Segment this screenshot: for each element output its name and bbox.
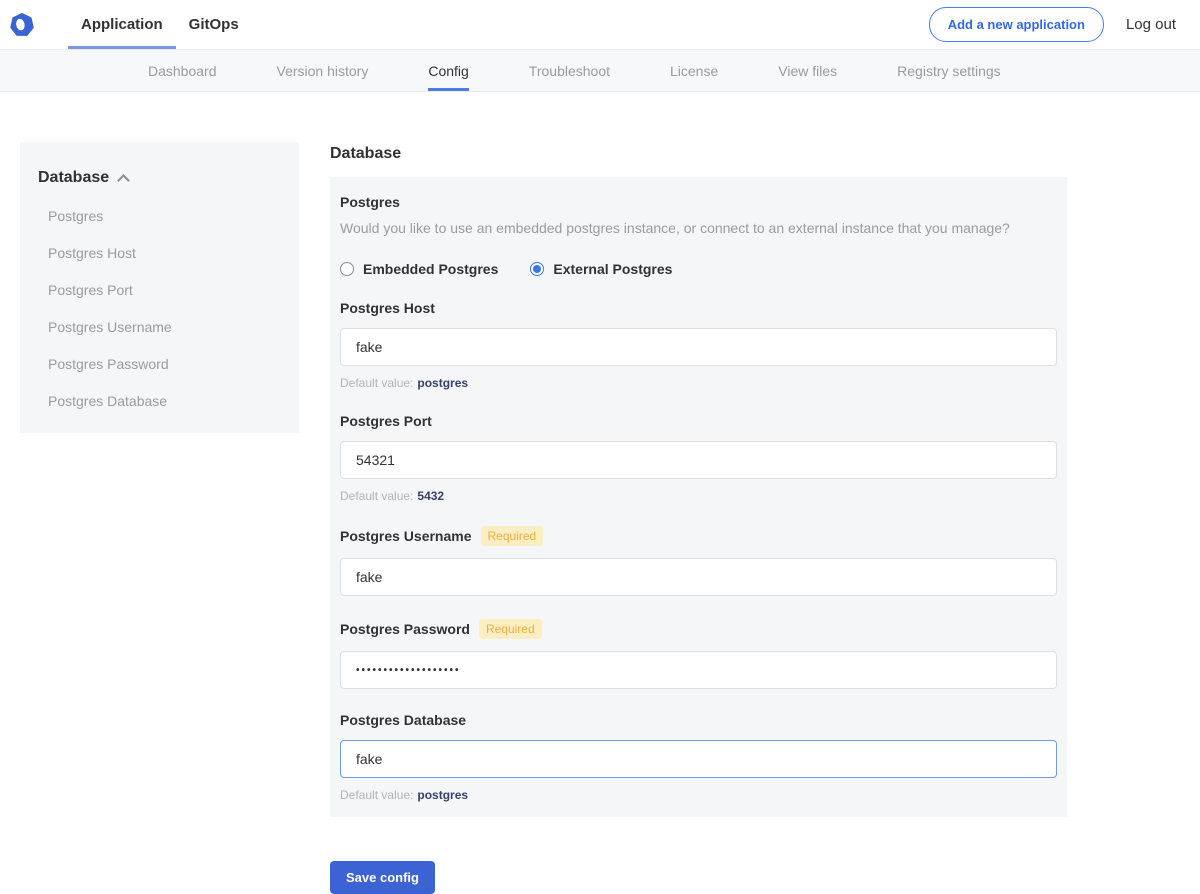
subnav-item-config[interactable]: Config [428, 50, 468, 91]
sidebar-item-postgres-password[interactable]: Postgres Password [38, 356, 281, 372]
app-level-tabs: Application GitOps [68, 0, 252, 49]
tab-application[interactable]: Application [68, 0, 176, 49]
postgres-database-input[interactable] [340, 740, 1057, 778]
postgres-port-input[interactable] [340, 441, 1057, 479]
radio-external-postgres[interactable]: External Postgres [530, 261, 672, 277]
page-title: Database [330, 145, 1067, 163]
replicated-logo-icon [10, 13, 34, 37]
sidebar-group-database[interactable]: Database [38, 169, 281, 187]
logout-link[interactable]: Log out [1126, 16, 1176, 33]
tab-gitops-label: GitOps [189, 16, 239, 33]
config-main: Database Postgres Would you like to use … [330, 145, 1067, 894]
postgres-port-default: Default value: 5432 [340, 489, 1057, 503]
sidebar-group-label: Database [38, 169, 109, 187]
postgres-password-input[interactable] [340, 651, 1057, 689]
sidebar-item-postgres-port[interactable]: Postgres Port [38, 282, 281, 298]
radio-unchecked-icon[interactable] [340, 262, 354, 276]
database-config-panel: Postgres Would you like to use an embedd… [330, 177, 1067, 817]
field-postgres-port: Postgres Port Default value: 5432 [340, 413, 1057, 503]
app-logo[interactable] [0, 0, 48, 49]
required-badge: Required [479, 619, 542, 639]
postgres-group-label: Postgres [340, 194, 1057, 210]
postgres-host-default: Default value: postgres [340, 376, 1057, 390]
postgres-host-input[interactable] [340, 328, 1057, 366]
postgres-username-label: Postgres Username [340, 528, 472, 544]
subnav-item-view-files[interactable]: View files [778, 50, 837, 91]
chevron-up-icon [117, 174, 130, 187]
default-value-label: Default value: [340, 788, 413, 802]
app-header: Application GitOps Add a new application… [0, 0, 1200, 50]
config-sidebar: Database Postgres Postgres Host Postgres… [20, 142, 299, 433]
sidebar-item-postgres-database[interactable]: Postgres Database [38, 393, 281, 409]
radio-embedded-postgres[interactable]: Embedded Postgres [340, 261, 498, 277]
postgres-host-label: Postgres Host [340, 300, 435, 316]
header-actions: Add a new application Log out [929, 0, 1200, 49]
field-postgres-password: Postgres Password Required [340, 619, 1057, 689]
add-application-button[interactable]: Add a new application [929, 7, 1104, 42]
radio-checked-icon[interactable] [530, 262, 544, 276]
field-postgres-host: Postgres Host Default value: postgres [340, 300, 1057, 390]
save-config-button[interactable]: Save config [330, 861, 435, 894]
app-subnav: Dashboard Version history Config Trouble… [0, 50, 1200, 92]
required-badge: Required [481, 526, 544, 546]
sidebar-item-postgres[interactable]: Postgres [38, 208, 281, 224]
sidebar-item-postgres-host[interactable]: Postgres Host [38, 245, 281, 261]
postgres-username-input[interactable] [340, 558, 1057, 596]
postgres-port-label: Postgres Port [340, 413, 432, 429]
postgres-help-text: Would you like to use an embedded postgr… [340, 220, 1057, 236]
default-value-text: postgres [417, 788, 468, 802]
postgres-mode-radio-group: Embedded Postgres External Postgres [340, 261, 1057, 277]
postgres-password-label: Postgres Password [340, 621, 470, 637]
subnav-item-troubleshoot[interactable]: Troubleshoot [529, 50, 610, 91]
sidebar-item-postgres-username[interactable]: Postgres Username [38, 319, 281, 335]
config-page: Database Postgres Postgres Host Postgres… [0, 92, 1200, 873]
postgres-database-default: Default value: postgres [340, 788, 1057, 802]
tab-application-label: Application [81, 16, 163, 33]
default-value-label: Default value: [340, 376, 413, 390]
default-value-text: 5432 [417, 489, 444, 503]
radio-embedded-postgres-label: Embedded Postgres [363, 261, 498, 277]
subnav-item-registry-settings[interactable]: Registry settings [897, 50, 1000, 91]
field-postgres-username: Postgres Username Required [340, 526, 1057, 596]
subnav-item-dashboard[interactable]: Dashboard [148, 50, 217, 91]
subnav-item-license[interactable]: License [670, 50, 718, 91]
default-value-label: Default value: [340, 489, 413, 503]
field-postgres-database: Postgres Database Default value: postgres [340, 712, 1057, 802]
postgres-database-label: Postgres Database [340, 712, 466, 728]
radio-external-postgres-label: External Postgres [553, 261, 672, 277]
tab-gitops[interactable]: GitOps [176, 0, 252, 49]
default-value-text: postgres [417, 376, 468, 390]
subnav-item-version-history[interactable]: Version history [277, 50, 369, 91]
